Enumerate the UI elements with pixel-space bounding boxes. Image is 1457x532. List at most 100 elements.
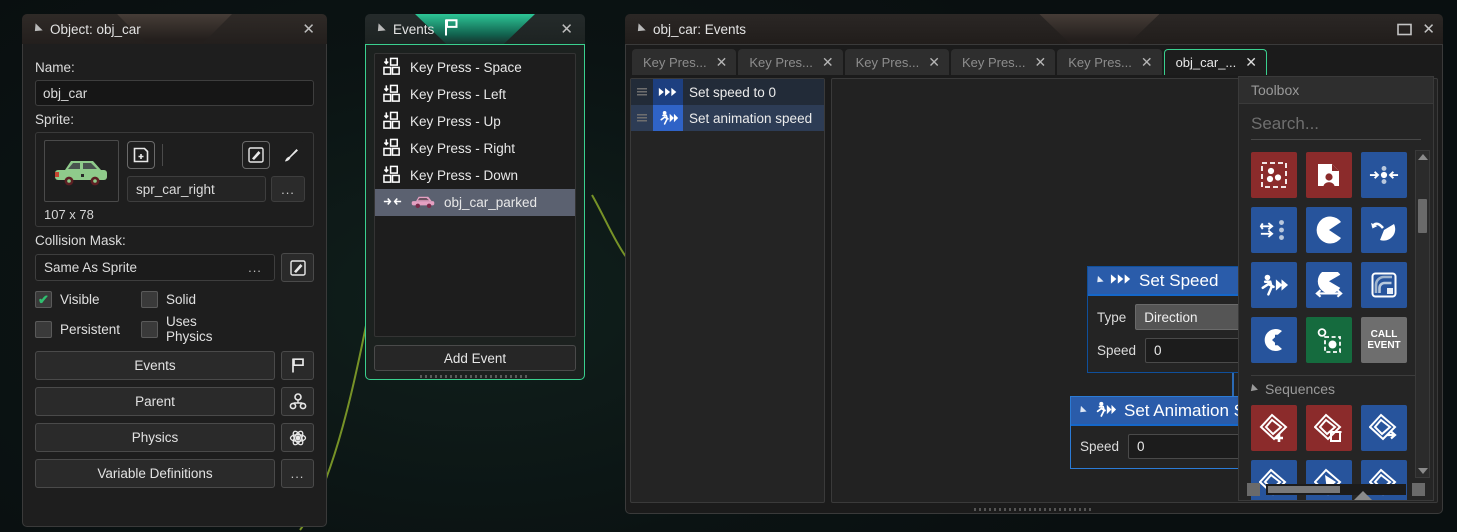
close-icon[interactable]: ✕ bbox=[1141, 54, 1153, 71]
set-speed-direction-icon[interactable] bbox=[1306, 262, 1352, 308]
checkbox-uses-physics-box[interactable] bbox=[141, 320, 158, 338]
variable-definitions-button[interactable]: Variable Definitions bbox=[35, 459, 275, 488]
scrollbar-track[interactable] bbox=[1266, 483, 1406, 500]
toolbox-vertical-scrollbar[interactable] bbox=[1415, 150, 1430, 478]
add-event-button[interactable]: Add Event bbox=[374, 345, 576, 371]
checkbox-solid-box[interactable] bbox=[141, 291, 158, 308]
parent-button[interactable]: Parent bbox=[35, 387, 275, 416]
set-animation-speed-icon[interactable] bbox=[1251, 262, 1297, 308]
close-icon[interactable]: ✕ bbox=[822, 54, 834, 71]
checkbox-persistent[interactable]: Persistent bbox=[35, 314, 141, 344]
sprite-thumbnail[interactable] bbox=[44, 140, 119, 202]
events-window-titlebar[interactable]: Events ✕ bbox=[365, 14, 585, 44]
sequence-goto-icon[interactable] bbox=[1361, 405, 1407, 451]
event-list-item-label: obj_car_parked bbox=[444, 195, 538, 210]
event-list-item-selected[interactable]: obj_car_parked bbox=[375, 189, 575, 216]
object-window-titlebar[interactable]: Object: obj_car ✕ bbox=[22, 14, 327, 44]
event-tab-label: obj_car_... bbox=[1175, 55, 1237, 70]
action-list-row-selected[interactable]: Set animation speed bbox=[631, 105, 824, 131]
jump-to-point-icon[interactable] bbox=[1361, 152, 1407, 198]
event-list-item[interactable]: Key Press - Left bbox=[375, 81, 575, 108]
toolbox-horizontal-scrollbar[interactable] bbox=[1239, 478, 1433, 500]
event-tab[interactable]: Key Pres... ✕ bbox=[1057, 49, 1162, 75]
drag-handle-icon[interactable] bbox=[631, 113, 653, 123]
event-tab[interactable]: Key Pres... ✕ bbox=[632, 49, 737, 75]
set-animation-speed-icon bbox=[653, 105, 683, 131]
wrap-around-icon[interactable] bbox=[1251, 317, 1297, 363]
new-sprite-icon[interactable] bbox=[127, 141, 155, 169]
collapse-triangle-icon[interactable] bbox=[634, 23, 646, 35]
main-window-titlebar[interactable]: obj_car: Events ✕ bbox=[625, 14, 1443, 44]
toolbox-scroll-area: CALL EVENT Sequences bbox=[1239, 144, 1433, 500]
maximize-icon[interactable] bbox=[1397, 23, 1413, 36]
atom-icon[interactable] bbox=[281, 423, 314, 452]
events-window: Events ✕ Key Press - Space Key Press - L… bbox=[365, 14, 585, 380]
search-input[interactable] bbox=[1251, 114, 1457, 134]
scrollbar-thumb[interactable] bbox=[1268, 485, 1340, 493]
checkbox-visible-box[interactable] bbox=[35, 291, 52, 308]
ellipsis-icon[interactable]: ... bbox=[281, 459, 314, 488]
checkbox-persistent-label: Persistent bbox=[60, 321, 121, 337]
collision-mask-field[interactable]: Same As Sprite ... bbox=[35, 254, 275, 281]
collapse-triangle-icon[interactable] bbox=[374, 23, 386, 35]
parent-node-icon[interactable] bbox=[281, 387, 314, 416]
events-window-title: Events bbox=[393, 21, 435, 37]
set-rotation-icon[interactable] bbox=[1361, 207, 1407, 253]
collapse-triangle-icon[interactable] bbox=[31, 23, 43, 35]
event-list-item[interactable]: Key Press - Space bbox=[375, 54, 575, 81]
sequence-create-icon[interactable] bbox=[1251, 405, 1297, 451]
checkbox-visible[interactable]: Visible bbox=[35, 291, 141, 308]
resize-grip[interactable] bbox=[974, 508, 1094, 511]
close-icon[interactable]: ✕ bbox=[1035, 54, 1047, 71]
event-tab-active[interactable]: obj_car_... ✕ bbox=[1163, 49, 1267, 75]
set-direction-icon[interactable] bbox=[1306, 207, 1352, 253]
physics-button[interactable]: Physics bbox=[35, 423, 275, 452]
event-list-item[interactable]: Key Press - Right bbox=[375, 135, 575, 162]
scroll-left-button[interactable] bbox=[1247, 482, 1260, 496]
check-object-icon[interactable] bbox=[1306, 317, 1352, 363]
event-tab[interactable]: Key Pres... ✕ bbox=[844, 49, 949, 75]
drag-handle-icon[interactable] bbox=[631, 87, 653, 97]
paint-brush-icon[interactable] bbox=[277, 141, 305, 169]
collapse-triangle-icon[interactable] bbox=[1077, 405, 1087, 416]
scroll-right-button[interactable] bbox=[1412, 482, 1425, 496]
events-window-body: Key Press - Space Key Press - Left Key P… bbox=[365, 44, 585, 380]
close-icon[interactable]: ✕ bbox=[1422, 20, 1439, 38]
close-icon[interactable]: ✕ bbox=[556, 20, 577, 39]
collision-mask-menu-button[interactable]: ... bbox=[236, 255, 274, 280]
physics-button-row: Physics bbox=[35, 423, 314, 452]
instance-create-icon[interactable] bbox=[1251, 152, 1297, 198]
set-layer-icon[interactable] bbox=[1361, 262, 1407, 308]
jump-to-start-icon[interactable] bbox=[1251, 207, 1297, 253]
close-icon[interactable]: ✕ bbox=[716, 54, 728, 71]
event-list-item[interactable]: Key Press - Up bbox=[375, 108, 575, 135]
close-icon[interactable]: ✕ bbox=[298, 20, 319, 39]
flag-icon[interactable] bbox=[281, 351, 314, 380]
event-list-item[interactable]: Key Press - Down bbox=[375, 162, 575, 189]
edit-collision-mask-icon[interactable] bbox=[281, 253, 314, 282]
action-list-row[interactable]: Set speed to 0 bbox=[631, 79, 824, 105]
scrollbar-thumb[interactable] bbox=[1418, 199, 1427, 233]
close-icon[interactable]: ✕ bbox=[928, 54, 940, 71]
sprite-name-field[interactable]: spr_car_right bbox=[127, 176, 266, 202]
sequence-destroy-icon[interactable] bbox=[1306, 405, 1352, 451]
edit-sprite-icon[interactable] bbox=[242, 141, 270, 169]
checkbox-uses-physics[interactable]: Uses Physics bbox=[141, 314, 247, 344]
sprite-menu-button[interactable]: ... bbox=[271, 176, 305, 202]
close-icon[interactable]: ✕ bbox=[1245, 54, 1257, 71]
chevron-down-icon[interactable] bbox=[1248, 384, 1258, 394]
event-tab[interactable]: Key Pres... ✕ bbox=[738, 49, 843, 75]
scroll-down-icon[interactable] bbox=[1418, 468, 1428, 474]
resize-grip[interactable] bbox=[420, 375, 530, 378]
instance-destroy-icon[interactable] bbox=[1306, 152, 1352, 198]
event-tab[interactable]: Key Pres... ✕ bbox=[950, 49, 1056, 75]
call-event-icon[interactable]: CALL EVENT bbox=[1361, 317, 1407, 363]
events-button[interactable]: Events bbox=[35, 351, 275, 380]
name-label: Name: bbox=[35, 60, 75, 75]
collapse-triangle-icon[interactable] bbox=[1094, 275, 1104, 286]
toolbox-section-sequences[interactable]: Sequences bbox=[1239, 376, 1433, 402]
checkbox-persistent-box[interactable] bbox=[35, 320, 52, 338]
checkbox-solid[interactable]: Solid bbox=[141, 291, 247, 308]
object-name-input[interactable]: obj_car bbox=[35, 80, 314, 106]
scroll-up-icon[interactable] bbox=[1418, 154, 1428, 160]
